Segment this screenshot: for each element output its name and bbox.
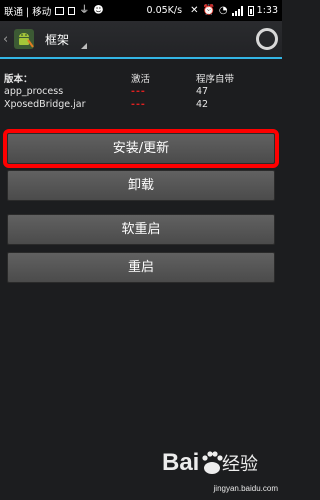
svg-text:Bai: Bai [162, 449, 199, 476]
table-row: XposedBridge.jar --- 42 [4, 98, 278, 112]
image-icon [55, 6, 65, 15]
active-header: 激活 [131, 73, 151, 85]
dropdown-caret-icon[interactable] [81, 43, 88, 49]
uninstall-button[interactable]: 卸载 [7, 170, 275, 201]
usb-icon: ⏚ [79, 4, 90, 16]
component-name: XposedBridge.jar [4, 99, 86, 111]
action-bar: ‹ 框架 [0, 21, 282, 59]
baidu-jingyan-logo: Bai 经验 [162, 449, 258, 476]
svg-text:经验: 经验 [222, 454, 258, 475]
android-icon: ☻ [93, 4, 104, 16]
bundled-version: 42 [196, 99, 209, 111]
network-speed: 0.05K/s [146, 5, 183, 16]
component-name: app_process [4, 85, 64, 97]
active-version: --- [131, 85, 146, 97]
battery-icon [247, 5, 254, 16]
version-table-header: 版本： 激活 程序自带 [4, 71, 278, 85]
soft-reboot-button[interactable]: 软重启 [7, 214, 275, 245]
progress-spinner-icon [256, 28, 278, 50]
xposed-android-icon[interactable] [13, 28, 35, 50]
version-header: 版本： [4, 73, 33, 85]
active-version: --- [131, 99, 146, 111]
bundled-header: 程序自带 [196, 73, 235, 85]
clock: 1:33 [256, 5, 278, 16]
table-row: app_process --- 47 [4, 85, 278, 99]
watermark-url: jingyan.baidu.com [213, 484, 278, 493]
page-title[interactable]: 框架 [45, 31, 69, 48]
carrier-label: 联通 | 移动 [4, 6, 52, 18]
bundled-version: 47 [196, 85, 209, 97]
version-table: 版本： 激活 程序自带 app_process --- 47 XposedBri… [4, 71, 278, 112]
up-navigation-icon[interactable]: ‹ [3, 32, 10, 47]
install-update-button[interactable]: 安装/更新 [3, 129, 279, 168]
alarm-icon: ⏰ [202, 4, 215, 16]
baidu-jingyan-watermark: Bai 经验 jingyan.baidu.com [160, 444, 278, 494]
wifi-icon: ◔ [218, 4, 228, 16]
sim-card-icon [68, 6, 76, 15]
mute-icon: ✕ [190, 4, 199, 16]
reboot-button[interactable]: 重启 [7, 252, 275, 283]
status-bar: 联通 | 移动 ⏚ ☻ 0.05K/s ✕ ⏰ ◔ 1:33 [0, 0, 282, 21]
signal-icon [231, 5, 244, 16]
